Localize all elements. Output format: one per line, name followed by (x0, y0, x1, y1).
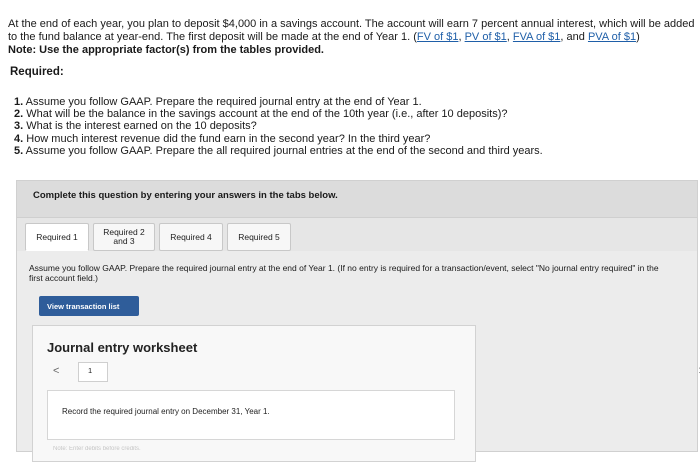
requirement-3: 3. What is the interest earned on the 10… (14, 120, 257, 133)
worksheet-footnote: Note: Enter debits before credits. (53, 446, 141, 452)
link-fva-of-1[interactable]: FVA of $1 (513, 31, 561, 43)
problem-intro: At the end of each year, you plan to dep… (8, 18, 698, 57)
tab-required-4[interactable]: Required 4 (159, 223, 223, 251)
chevron-left-icon[interactable]: < (53, 365, 59, 377)
tab-required-5[interactable]: Required 5 (227, 223, 291, 251)
tab-required-1[interactable]: Required 1 (25, 223, 89, 251)
tab-required-2-and-3[interactable]: Required 2 and 3 (93, 223, 155, 251)
requirement-5: 5. Assume you follow GAAP. Prepare the a… (14, 144, 543, 157)
journal-entry-worksheet: Journal entry worksheet < 1 > Record the… (32, 325, 700, 462)
worksheet-record-box: Record the required journal entry on Dec… (47, 390, 455, 440)
worksheet-page-number[interactable]: 1 (78, 362, 108, 382)
complete-question-text: Complete this question by entering your … (33, 190, 338, 201)
link-pv-of-1[interactable]: PV of $1 (465, 31, 507, 43)
complete-question-bar: Complete this question by entering your … (17, 181, 697, 218)
record-instruction: Record the required journal entry on Dec… (62, 407, 270, 416)
requirement-4: 4. How much interest revenue did the fun… (14, 132, 431, 145)
required-heading: Required: (10, 66, 64, 78)
view-transaction-list-button[interactable]: View transaction list (39, 296, 139, 316)
worksheet-title: Journal entry worksheet (47, 340, 198, 355)
link-pva-of-1[interactable]: PVA of $1 (588, 31, 636, 43)
requirement-2: 2. What will be the balance in the savin… (14, 108, 508, 121)
requirements-list: 1. Assume you follow GAAP. Prepare the r… (14, 96, 694, 157)
link-fv-of-1[interactable]: FV of $1 (417, 31, 459, 43)
requirement-1: 1. Assume you follow GAAP. Prepare the r… (14, 96, 422, 108)
tab-instruction: Assume you follow GAAP. Prepare the requ… (29, 263, 659, 283)
factor-note: Note: Use the appropriate factor(s) from… (8, 44, 324, 56)
